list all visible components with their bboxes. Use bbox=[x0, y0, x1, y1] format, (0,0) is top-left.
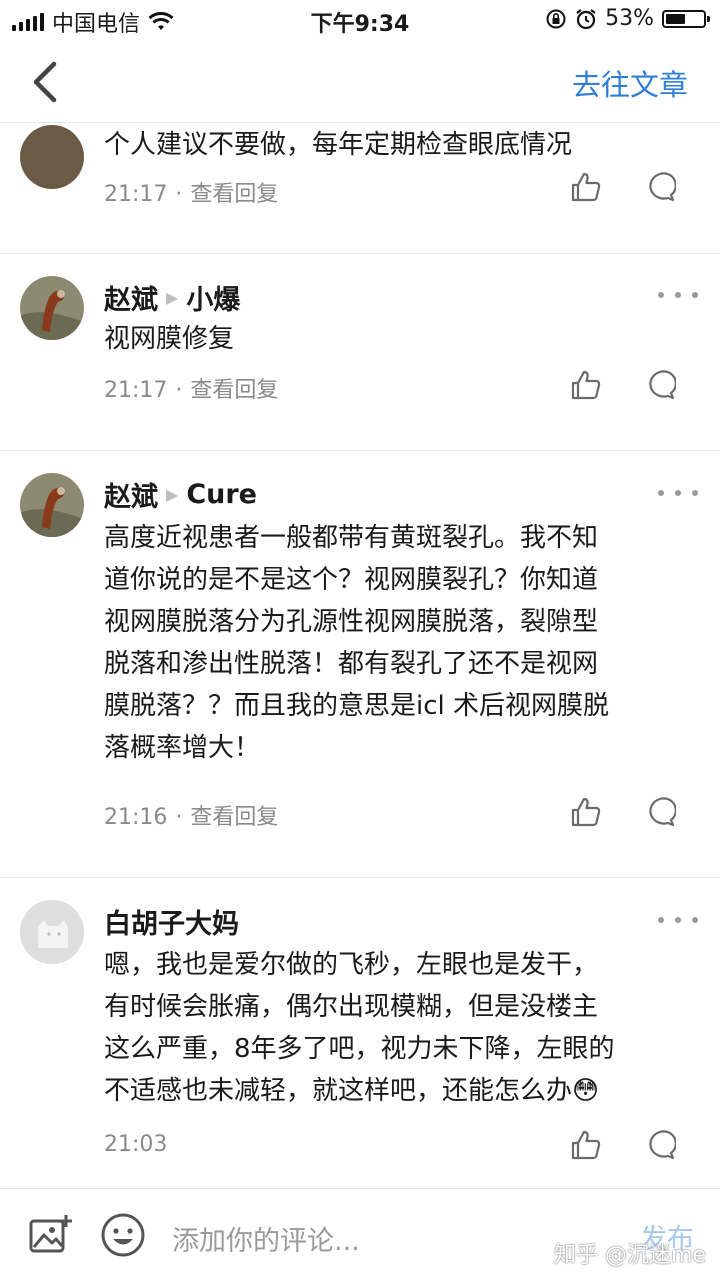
comment-time: 21:16 bbox=[104, 805, 168, 830]
reply-arrow-icon: ▶ bbox=[166, 288, 179, 307]
reply-to-name[interactable]: Cure bbox=[186, 479, 257, 510]
avatar[interactable] bbox=[20, 900, 84, 964]
avatar[interactable] bbox=[20, 276, 84, 340]
avatar[interactable] bbox=[20, 473, 84, 537]
comment-bubble-icon[interactable] bbox=[644, 796, 676, 828]
comment-item: 白胡子大妈 嗯，我也是爱尔做的飞秒，左眼也是发干， 有时候会胀痛，偶尔出现模糊，… bbox=[0, 878, 720, 1188]
comment-time: 21:17 bbox=[104, 182, 168, 207]
comment-meta: 21:17 · 查看回复 bbox=[104, 182, 279, 207]
alarm-icon bbox=[576, 8, 596, 29]
more-options-icon[interactable] bbox=[658, 487, 698, 499]
author-name[interactable]: 白胡子大妈 bbox=[104, 902, 239, 941]
comment-bubble-icon[interactable] bbox=[644, 171, 676, 203]
comment-time: 21:17 bbox=[104, 378, 168, 403]
battery-icon bbox=[662, 9, 710, 28]
author-row: 白胡子大妈 bbox=[104, 902, 239, 941]
thumbs-up-icon[interactable] bbox=[570, 171, 602, 203]
view-replies-link[interactable]: 查看回复 bbox=[190, 182, 278, 207]
battery-level-fill bbox=[666, 13, 685, 24]
comment-bubble-icon[interactable] bbox=[644, 1129, 676, 1161]
comment-meta: 21:16 · 查看回复 bbox=[104, 805, 279, 830]
watermark: 知乎 @沉迷me bbox=[554, 1243, 706, 1268]
reply-to-name[interactable]: 小爆 bbox=[186, 278, 240, 317]
status-bar: 中国电信 下午9:34 53% bbox=[0, 0, 720, 40]
more-options-icon[interactable] bbox=[658, 914, 698, 926]
avatar[interactable] bbox=[20, 125, 84, 189]
comment-text: 个人建议不要做，每年定期检查眼底情况 bbox=[104, 130, 573, 160]
comment-meta: 21:03 bbox=[104, 1132, 167, 1157]
comment-input-bar: 添加你的评论... 发布 知乎 @沉迷me bbox=[0, 1188, 720, 1282]
chevron-left-icon[interactable] bbox=[28, 60, 68, 104]
view-replies-link[interactable]: 查看回复 bbox=[190, 805, 278, 830]
battery-percent: 53% bbox=[605, 6, 654, 31]
comment-input[interactable]: 添加你的评论... bbox=[172, 1219, 360, 1258]
reply-arrow-icon: ▶ bbox=[166, 485, 179, 504]
comment-time: 21:03 bbox=[104, 1132, 168, 1157]
comment-item: 赵斌 ▶ 小爆 视网膜修复 21:17 · 查看回复 bbox=[0, 254, 720, 451]
author-row: 赵斌 ▶ Cure bbox=[104, 475, 257, 514]
view-replies-link[interactable]: 查看回复 bbox=[190, 378, 278, 403]
image-add-icon[interactable] bbox=[28, 1213, 72, 1257]
thumbs-up-icon[interactable] bbox=[570, 369, 602, 401]
author-row: 赵斌 ▶ 小爆 bbox=[104, 278, 240, 317]
go-to-article-link[interactable]: 去往文章 bbox=[572, 62, 688, 104]
nav-bar: 去往文章 bbox=[0, 40, 720, 123]
emoji-icon[interactable] bbox=[100, 1212, 146, 1258]
comment-list: 个人建议不要做，每年定期检查眼底情况 21:17·查看回复 赵斌 ▶ 小爆 bbox=[0, 123, 720, 1188]
comment-text: 嗯，我也是爱尔做的飞秒，左眼也是发干， 有时候会胀痛，偶尔出现模糊，但是没楼主 … bbox=[104, 950, 615, 1106]
more-options-icon[interactable] bbox=[658, 289, 698, 301]
author-name[interactable]: 赵斌 bbox=[104, 278, 158, 317]
comment-bubble-icon[interactable] bbox=[644, 369, 676, 401]
thumbs-up-icon[interactable] bbox=[570, 796, 602, 828]
rotation-lock-icon bbox=[546, 9, 566, 28]
comment-text: 高度近视患者一般都带有黄斑裂孔。我不知 道你说的是不是这个？视网膜裂孔？你知道 … bbox=[104, 523, 610, 763]
comment-item: 个人建议不要做，每年定期检查眼底情况 21:17 · 查看回复 bbox=[0, 123, 720, 254]
comment-meta: 21:17 · 查看回复 bbox=[104, 378, 279, 403]
thumbs-up-icon[interactable] bbox=[570, 1129, 602, 1161]
comment-text: 视网膜修复 bbox=[104, 324, 235, 354]
comment-item: 赵斌 ▶ Cure 高度近视患者一般都带有黄斑裂孔。我不知 道你说的是不是这个？… bbox=[0, 451, 720, 878]
author-name[interactable]: 赵斌 bbox=[104, 475, 158, 514]
